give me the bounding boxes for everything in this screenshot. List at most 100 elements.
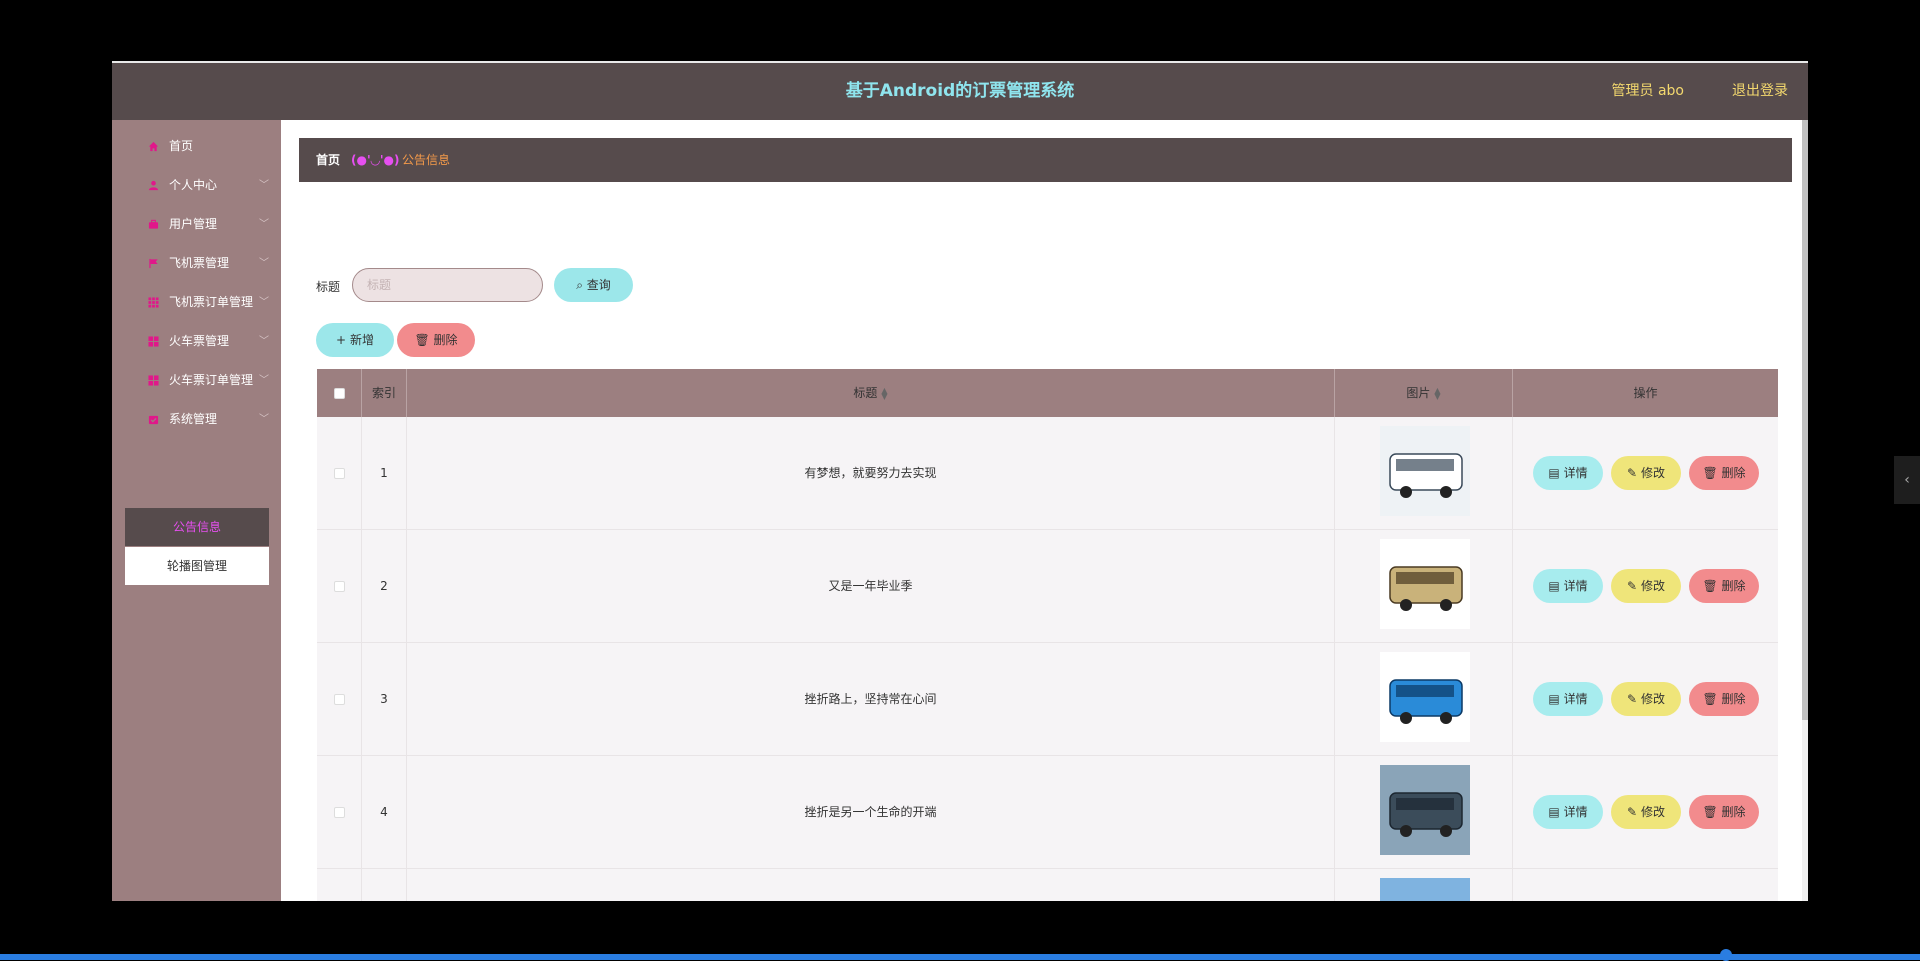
detail-button[interactable]: ▤ 详情 xyxy=(1533,569,1603,603)
delete-button[interactable]: 🗑 删除 xyxy=(1689,795,1759,829)
edit-button[interactable]: ✎ 修改 xyxy=(1611,456,1681,490)
scrollbar-thumb[interactable] xyxy=(1802,120,1808,720)
batch-delete-button[interactable]: 🗑 删除 xyxy=(397,323,475,357)
detail-button[interactable]: ▤ 详情 xyxy=(1533,795,1603,829)
bus-thumbnail-image[interactable] xyxy=(1380,878,1470,901)
row-title: 挫折是另一个生命的开端 xyxy=(407,756,1335,869)
detail-button[interactable]: ▤ 详情 xyxy=(1533,456,1603,490)
submenu-item-carousel[interactable]: 轮播图管理 xyxy=(125,547,269,585)
progress-handle[interactable] xyxy=(1720,949,1732,961)
sidebar-item-train-orders[interactable]: 火车票订单管理 ﹀ xyxy=(112,361,281,400)
flag-icon xyxy=(149,258,158,269)
column-header-title[interactable]: 标题 ▲ ▼ xyxy=(407,369,1335,417)
breadcrumb-current: 公告信息 xyxy=(402,153,451,167)
column-header-index: 索引 xyxy=(362,369,407,417)
add-button-label: 新增 xyxy=(349,333,374,347)
row-select-cell xyxy=(317,530,362,643)
row-select-cell xyxy=(317,869,362,901)
search-icon: ⌕ xyxy=(576,278,583,292)
row-actions-cell: ▤ 详情 ✎ 修改 🗑 删除 xyxy=(1513,869,1778,901)
detail-label: 详情 xyxy=(1563,579,1588,593)
submenu-item-announcements[interactable]: 公告信息 xyxy=(125,508,269,546)
table-header: 索引 标题 ▲ ▼ 图片 ▲ ▼ 操作 xyxy=(317,369,1778,417)
delete-label: 删除 xyxy=(1721,692,1746,706)
row-image-cell xyxy=(1335,756,1513,869)
delete-button[interactable]: 🗑 删除 xyxy=(1689,682,1759,716)
bus-thumbnail-image[interactable] xyxy=(1380,539,1470,629)
row-title: 又是一年毕业季 xyxy=(407,530,1335,643)
sort-icon[interactable]: ▲ ▼ xyxy=(1434,386,1440,400)
row-select-cell xyxy=(317,756,362,869)
row-image-cell xyxy=(1335,869,1513,901)
search-title-input[interactable] xyxy=(352,268,543,302)
sidebar-item-label: 用户管理 xyxy=(169,217,218,231)
sidebar-item-user-management[interactable]: 用户管理 ﹀ xyxy=(112,205,281,244)
column-header-actions: 操作 xyxy=(1633,386,1658,400)
table-row: 5 你要去相信，没有到不了的明天 ▤ 详情 ✎ 修改 🗑 删除 xyxy=(317,869,1778,901)
detail-label: 详情 xyxy=(1563,805,1588,819)
row-checkbox[interactable] xyxy=(333,468,345,479)
sidebar-item-label: 飞机票管理 xyxy=(169,256,230,270)
trash-icon: 🗑 xyxy=(1702,579,1718,593)
grid-icon xyxy=(148,297,159,308)
edit-button[interactable]: ✎ 修改 xyxy=(1611,569,1681,603)
select-all-checkbox[interactable] xyxy=(333,388,345,399)
chevron-down-icon: ﹀ xyxy=(259,219,269,230)
pencil-icon: ✎ xyxy=(1627,579,1638,593)
row-checkbox[interactable] xyxy=(333,694,345,705)
trash-icon: 🗑 xyxy=(1702,805,1718,819)
row-checkbox[interactable] xyxy=(333,581,345,592)
side-panel-toggle[interactable]: ‹ xyxy=(1894,456,1920,504)
sidebar-item-system-management[interactable]: 系统管理 ﹀ xyxy=(112,400,281,439)
query-button[interactable]: ⌕ 查询 xyxy=(554,268,633,302)
sidebar-item-flight-tickets[interactable]: 飞机票管理 ﹀ xyxy=(112,244,281,283)
document-icon: ▤ xyxy=(1548,466,1560,480)
sidebar-item-label: 系统管理 xyxy=(169,412,218,426)
query-button-label: 查询 xyxy=(586,278,611,292)
sidebar-item-train-tickets[interactable]: 火车票管理 ﹀ xyxy=(112,322,281,361)
breadcrumb-home[interactable]: 首页 xyxy=(316,138,340,182)
current-user: 管理员 abo xyxy=(1611,83,1684,99)
row-actions-cell: ▤ 详情 ✎ 修改 🗑 删除 xyxy=(1513,530,1778,643)
row-image-cell xyxy=(1335,530,1513,643)
delete-button[interactable]: 🗑 删除 xyxy=(1689,456,1759,490)
row-index: 4 xyxy=(362,756,407,869)
trash-icon: 🗑 xyxy=(414,333,430,347)
column-header-image[interactable]: 图片 ▲ ▼ xyxy=(1335,369,1513,417)
table-row: 3 挫折路上，坚持常在心间 ▤ 详情 ✎ 修改 🗑 删除 xyxy=(317,643,1778,756)
edit-button[interactable]: ✎ 修改 xyxy=(1611,795,1681,829)
sidebar-item-label: 火车票订单管理 xyxy=(169,373,254,387)
video-progress-bar[interactable] xyxy=(0,949,1920,961)
sidebar-item-personal-center[interactable]: 个人中心 ﹀ xyxy=(112,166,281,205)
bus-thumbnail-image[interactable] xyxy=(1380,765,1470,855)
detail-button[interactable]: ▤ 详情 xyxy=(1533,682,1603,716)
row-actions-cell: ▤ 详情 ✎ 修改 🗑 删除 xyxy=(1513,643,1778,756)
sidebar-item-label: 个人中心 xyxy=(169,178,218,192)
chevron-down-icon: ﹀ xyxy=(259,258,269,269)
scrollbar[interactable] xyxy=(1802,120,1808,901)
sidebar-item-flight-orders[interactable]: 飞机票订单管理 ﹀ xyxy=(112,283,281,322)
row-index: 5 xyxy=(362,869,407,901)
row-title: 你要去相信，没有到不了的明天 xyxy=(407,869,1335,901)
app-title: 基于Android的订票管理系统 xyxy=(845,81,1075,101)
row-index: 3 xyxy=(362,643,407,756)
bus-thumbnail-image[interactable] xyxy=(1380,652,1470,742)
edit-label: 修改 xyxy=(1640,805,1665,819)
edit-button[interactable]: ✎ 修改 xyxy=(1611,682,1681,716)
document-icon: ▤ xyxy=(1548,692,1560,706)
add-button[interactable]: + 新增 xyxy=(316,323,394,357)
delete-button-label: 删除 xyxy=(433,333,458,347)
sort-icon[interactable]: ▲ ▼ xyxy=(881,386,887,400)
delete-button[interactable]: 🗑 删除 xyxy=(1689,569,1759,603)
row-select-cell xyxy=(317,417,362,530)
document-icon: ▤ xyxy=(1548,579,1560,593)
bus-thumbnail-image[interactable] xyxy=(1380,426,1470,516)
grid-icon xyxy=(148,375,159,386)
sidebar-item-home[interactable]: 首页 xyxy=(112,127,281,166)
row-checkbox[interactable] xyxy=(333,807,345,818)
briefcase-icon xyxy=(148,219,159,229)
column-title-label: 标题 xyxy=(853,386,878,400)
chevron-down-icon: ﹀ xyxy=(259,414,269,425)
row-title: 挫折路上，坚持常在心间 xyxy=(407,643,1335,756)
logout-link[interactable]: 退出登录 xyxy=(1732,63,1788,120)
